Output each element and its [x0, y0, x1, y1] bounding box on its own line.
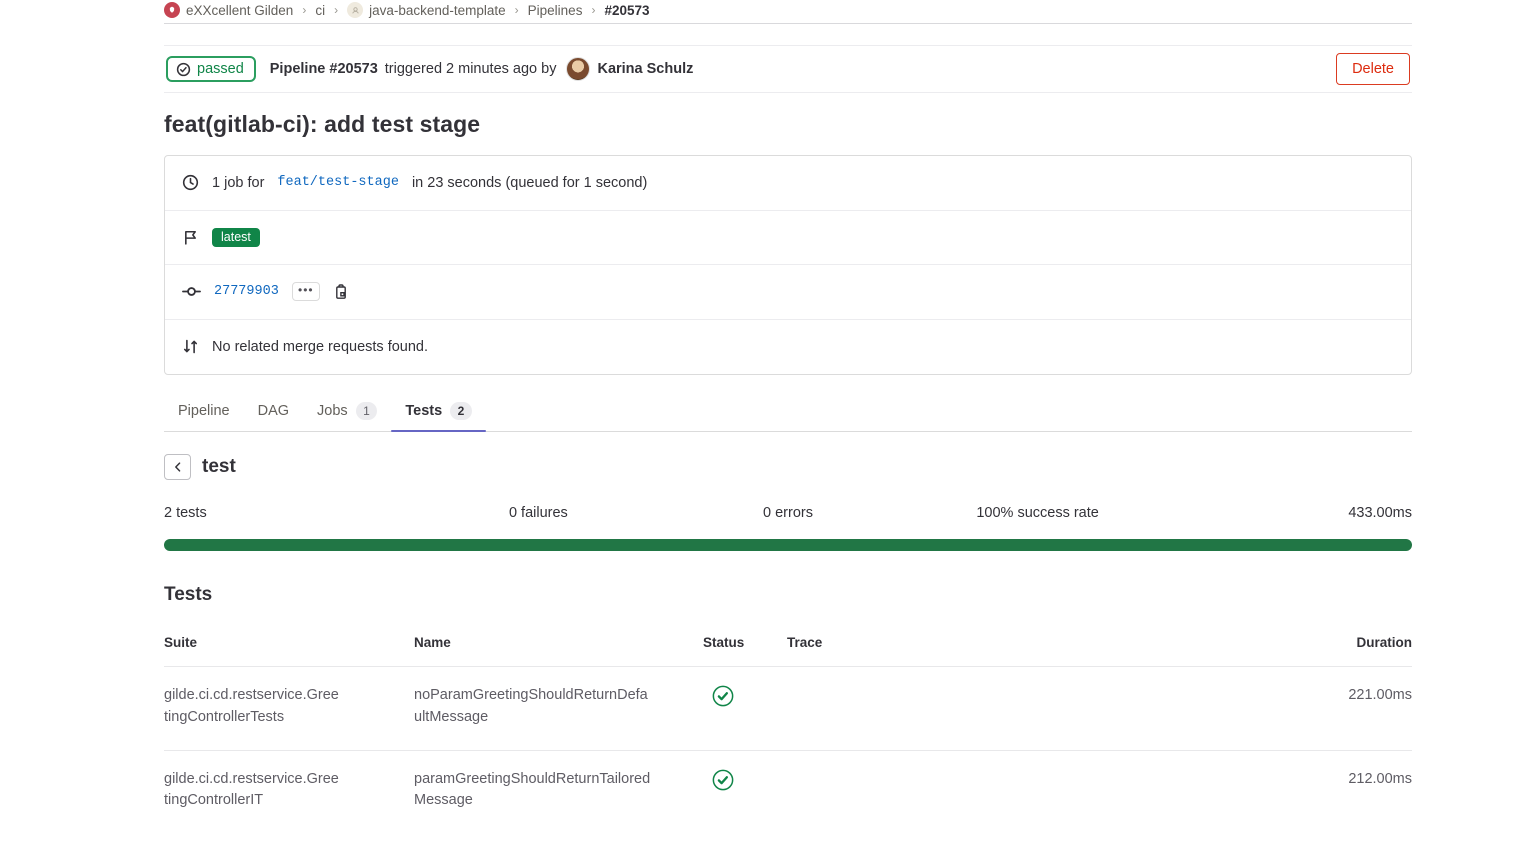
jobs-count-badge: 1: [356, 402, 378, 420]
expand-commit-button[interactable]: •••: [292, 282, 320, 301]
check-circle-icon: [176, 62, 191, 77]
triggered-text: triggered 2 minutes ago by: [385, 61, 557, 77]
pipeline-info-card: 1 job for feat/test-stage in 23 seconds …: [164, 155, 1412, 375]
test-suite-cell: gilde.ci.cd.restservice.GreetingControll…: [164, 769, 342, 813]
breadcrumb-ci[interactable]: ci: [315, 3, 325, 18]
tests-table: Suite Name Status Trace Duration gilde.c…: [164, 622, 1412, 833]
commit-sha-link[interactable]: 27779903: [214, 284, 279, 299]
tab-label: Jobs: [317, 403, 348, 419]
tab-label: Pipeline: [178, 403, 230, 419]
summary-errors: 0 errors: [663, 505, 913, 521]
summary-success-rate: 100% success rate: [913, 505, 1163, 521]
breadcrumb-pipelines[interactable]: Pipelines: [528, 3, 583, 18]
chevron-left-icon: [171, 460, 185, 474]
test-status-success-icon: [712, 685, 734, 707]
breadcrumb-group[interactable]: eXXcellent Gilden: [164, 2, 293, 18]
tab-tests[interactable]: Tests 2: [391, 391, 486, 431]
test-status-cell: [703, 769, 787, 799]
pipeline-page: eXXcellent Gilden › ci › java-backend-te…: [164, 0, 1412, 833]
breadcrumb-label: ci: [315, 3, 325, 18]
author-avatar[interactable]: [566, 57, 590, 81]
tab-label: DAG: [258, 403, 289, 419]
project-avatar-icon: [347, 2, 363, 18]
clock-icon: [182, 174, 199, 191]
delete-pipeline-button[interactable]: Delete: [1336, 53, 1410, 85]
test-summary: 2 tests 0 failures 0 errors 100% success…: [164, 505, 1412, 521]
pipeline-status-label: passed: [197, 61, 244, 77]
pipeline-number: Pipeline #20573: [270, 61, 378, 77]
breadcrumb-label: java-backend-template: [369, 3, 506, 18]
suite-title: test: [202, 456, 236, 478]
pipeline-status-badge[interactable]: passed: [166, 56, 256, 82]
back-button[interactable]: [164, 454, 191, 480]
author-name[interactable]: Karina Schulz: [597, 61, 693, 77]
breadcrumb-separator: ›: [302, 3, 306, 17]
breadcrumb-label: eXXcellent Gilden: [186, 3, 293, 18]
summary-duration: 433.00ms: [1162, 505, 1412, 521]
breadcrumb-label: Pipelines: [528, 3, 583, 18]
flag-icon: [182, 229, 199, 246]
no-merge-requests-text: No related merge requests found.: [212, 339, 428, 355]
summary-failures: 0 failures: [414, 505, 664, 521]
tab-dag[interactable]: DAG: [244, 391, 303, 431]
tests-count-badge: 2: [450, 402, 472, 420]
breadcrumb-project[interactable]: java-backend-template: [347, 2, 506, 18]
tests-table-header: Suite Name Status Trace Duration: [164, 622, 1412, 667]
summary-tests: 2 tests: [164, 505, 414, 521]
pipeline-status-bar: passed Pipeline #20573 triggered 2 minut…: [164, 45, 1412, 93]
job-count-text: 1 job for: [212, 175, 264, 191]
pipeline-tabs: Pipeline DAG Jobs 1 Tests 2: [164, 391, 1412, 432]
pipeline-trigger-info: Pipeline #20573 triggered 2 minutes ago …: [270, 57, 694, 81]
breadcrumb-pipeline-id: #20573: [604, 3, 649, 18]
breadcrumb-separator: ›: [515, 3, 519, 17]
tab-pipeline[interactable]: Pipeline: [164, 391, 244, 431]
test-duration-cell: 221.00ms: [1282, 685, 1412, 707]
column-duration: Duration: [1282, 635, 1412, 650]
tests-heading: Tests: [164, 584, 1412, 606]
test-status-success-icon: [712, 769, 734, 791]
test-status-cell: [703, 685, 787, 715]
compare-arrows-icon: [182, 338, 199, 355]
commit-title: feat(gitlab-ci): add test stage: [164, 111, 1412, 138]
column-trace: Trace: [787, 635, 1282, 650]
merge-request-row: No related merge requests found.: [165, 320, 1411, 375]
test-name-cell: paramGreetingShouldReturnTailoredMessage: [414, 769, 654, 813]
success-rate-bar: [164, 539, 1412, 551]
tab-label: Tests: [405, 403, 442, 419]
breadcrumb: eXXcellent Gilden › ci › java-backend-te…: [164, 0, 1412, 24]
latest-badge[interactable]: latest: [212, 228, 260, 248]
test-name-cell: noParamGreetingShouldReturnDefaultMessag…: [414, 685, 654, 729]
test-duration-cell: 212.00ms: [1282, 769, 1412, 791]
commit-icon: [182, 282, 201, 301]
tab-jobs[interactable]: Jobs 1: [303, 391, 391, 431]
copy-commit-sha-icon[interactable]: [333, 284, 349, 300]
breadcrumb-separator: ›: [334, 3, 338, 17]
commit-row: 27779903 •••: [165, 265, 1411, 320]
column-suite: Suite: [164, 635, 414, 650]
breadcrumb-separator: ›: [591, 3, 595, 17]
table-row: gilde.ci.cd.restservice.GreetingControll…: [164, 667, 1412, 751]
group-logo-icon: [164, 2, 180, 18]
table-row: gilde.ci.cd.restservice.GreetingControll…: [164, 751, 1412, 834]
test-suite-header: test: [164, 454, 1412, 480]
column-status: Status: [703, 635, 787, 650]
latest-badge-row: latest: [165, 211, 1411, 266]
column-name: Name: [414, 635, 703, 650]
test-suite-cell: gilde.ci.cd.restservice.GreetingControll…: [164, 685, 342, 729]
job-duration-row: 1 job for feat/test-stage in 23 seconds …: [165, 156, 1411, 211]
job-duration-text: in 23 seconds (queued for 1 second): [412, 175, 647, 191]
ref-link[interactable]: feat/test-stage: [277, 175, 399, 190]
